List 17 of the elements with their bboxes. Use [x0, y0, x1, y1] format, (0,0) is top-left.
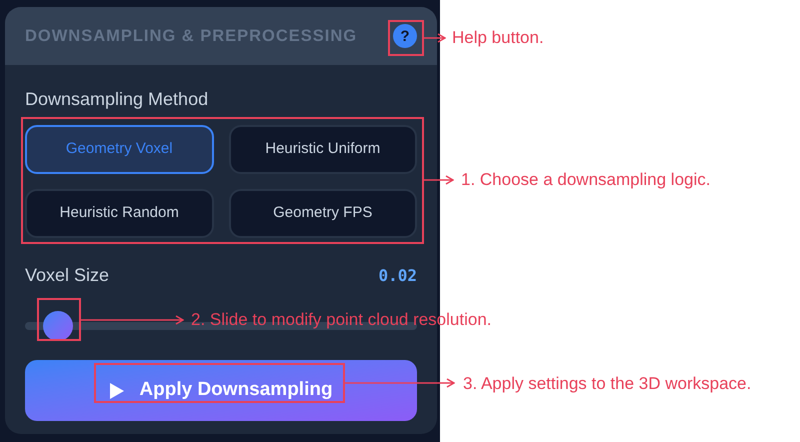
highlight-box — [388, 20, 424, 56]
annotation-text: 1. Choose a downsampling logic. — [461, 170, 710, 190]
slider-label: Voxel Size — [25, 264, 110, 287]
method-option[interactable]: Heuristic Random — [25, 189, 214, 238]
arrow — [424, 33, 446, 43]
slider-thumb[interactable] — [43, 311, 74, 341]
help-button[interactable]: ? — [393, 24, 417, 48]
method-option[interactable]: Geometry FPS — [228, 189, 417, 238]
method-option[interactable]: Heuristic Uniform — [228, 125, 417, 174]
section-label: Downsampling Method — [25, 88, 210, 111]
play-icon — [109, 382, 126, 400]
slider-value: 0.02 — [378, 264, 417, 286]
annotation-text: 3. Apply settings to the 3D workspace. — [463, 374, 752, 394]
annotation-text: Help button. — [452, 28, 544, 48]
apply-button[interactable]: Apply Downsampling — [25, 360, 417, 421]
arrow — [424, 175, 454, 185]
highlight-box — [37, 298, 81, 341]
